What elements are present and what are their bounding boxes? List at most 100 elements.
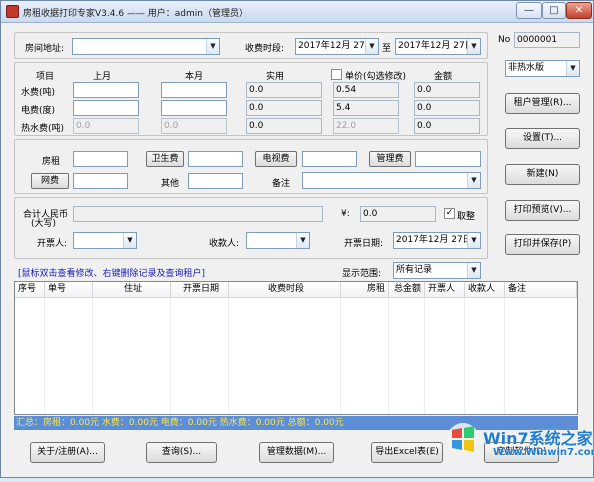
price-edit-checkbox[interactable]	[331, 69, 342, 80]
room-address-select[interactable]: ▼	[72, 38, 220, 55]
hotwater-amount-field: 0.0	[414, 118, 480, 134]
network-fee-button[interactable]: 网费	[31, 173, 69, 189]
chevron-down-icon: ▼	[467, 263, 480, 278]
col-used-header: 实用	[266, 72, 285, 82]
print-preview-button[interactable]: 打印预览(V)...	[505, 200, 580, 221]
rent-input[interactable]	[73, 151, 128, 167]
water-price-field: 0.54	[333, 82, 399, 98]
print-save-button[interactable]: 打印并保存(P)	[505, 234, 580, 255]
column-divider	[170, 298, 171, 414]
sanitation-fee-input[interactable]	[188, 151, 243, 167]
electric-curr-input[interactable]	[161, 100, 227, 116]
electric-amount-field: 0.0	[414, 100, 480, 116]
yen-label: ¥:	[341, 209, 350, 219]
total-rmb-sub-label: (大写)	[31, 219, 57, 229]
col-prev-header: 上月	[93, 72, 112, 82]
sanitation-fee-button[interactable]: 卫生费	[146, 151, 184, 167]
col-header-address[interactable]: 住址	[93, 282, 171, 298]
title-bar: 房租收据打印专家V3.4.6 —— 用户：admin（管理员） — □ ✕	[1, 1, 593, 23]
records-table[interactable]: 序号 单号 住址 开票日期 收费时段 房租 总金额 开票人 收款人 备注	[14, 281, 578, 415]
col-header-period[interactable]: 收费时段	[229, 282, 341, 298]
col-header-receipt-no[interactable]: 单号	[45, 282, 93, 298]
maximize-button[interactable]: □	[542, 2, 566, 19]
minimize-button[interactable]: —	[516, 2, 542, 19]
column-divider	[44, 298, 45, 414]
collector-select[interactable]: ▼	[246, 232, 310, 249]
hotwater-curr-input: 0.0	[161, 118, 227, 134]
network-fee-input[interactable]	[73, 173, 128, 189]
issue-date-picker[interactable]: 2017年12月 27日 ▼	[393, 232, 481, 249]
tv-fee-button[interactable]: 电视费	[255, 151, 297, 167]
period-from-picker[interactable]: 2017年12月 27日 ▼	[295, 38, 379, 55]
heater-version-select[interactable]: 非热水版 ▼	[505, 60, 580, 77]
water-label: 水费(吨)	[21, 88, 56, 98]
electric-prev-input[interactable]	[73, 100, 139, 116]
col-header-issue-date[interactable]: 开票日期	[171, 282, 229, 298]
hotwater-price-field: 22.0	[333, 118, 399, 134]
main-window: 房租收据打印专家V3.4.6 —— 用户：admin（管理员） — □ ✕ 房间…	[0, 0, 594, 478]
serial-number-field: 0000001	[514, 32, 580, 48]
total-rmb-words-field	[73, 206, 323, 222]
water-curr-input[interactable]	[161, 82, 227, 98]
period-to-label: 至	[382, 44, 392, 54]
tenant-manage-button[interactable]: 租户管理(R)...	[505, 93, 580, 114]
column-divider	[340, 298, 341, 414]
chevron-down-icon: ▼	[467, 233, 480, 248]
column-divider	[388, 298, 389, 414]
management-fee-input[interactable]	[415, 151, 481, 167]
app-icon	[6, 5, 19, 18]
col-amount-header: 金额	[434, 72, 453, 82]
settings-button[interactable]: 设置(T)...	[505, 128, 580, 149]
remark-select[interactable]: ▼	[302, 172, 481, 189]
export-excel-button[interactable]: 导出Excel表(E)	[371, 442, 443, 463]
room-address-label: 房间地址:	[25, 44, 65, 54]
hotwater-used-field: 0.0	[246, 118, 322, 134]
col-header-rent[interactable]: 房租	[341, 282, 389, 298]
issuer-select[interactable]: ▼	[73, 232, 137, 249]
col-header-total[interactable]: 总金额	[389, 282, 425, 298]
watermark: Win7系统之家 Www.Winwin7.com	[441, 413, 594, 479]
management-fee-button[interactable]: 管理费	[369, 151, 411, 167]
col-header-issuer[interactable]: 开票人	[425, 282, 465, 298]
column-divider	[464, 298, 465, 414]
display-range-select[interactable]: 所有记录 ▼	[393, 262, 481, 279]
watermark-brand: Win7系统之家	[483, 429, 593, 448]
water-amount-field: 0.0	[414, 82, 480, 98]
chevron-down-icon: ▼	[206, 39, 219, 54]
rent-label: 房租	[42, 157, 61, 167]
issuer-label: 开票人:	[37, 239, 68, 249]
electric-label: 电费(度)	[21, 106, 56, 116]
about-register-button[interactable]: 关于/注册(A)...	[30, 442, 105, 463]
issue-date-label: 开票日期:	[344, 239, 384, 249]
water-prev-input[interactable]	[73, 82, 139, 98]
chevron-down-icon: ▼	[123, 233, 136, 248]
serial-label: No	[498, 35, 511, 45]
chevron-down-icon: ▼	[566, 61, 579, 76]
other-fee-input[interactable]	[188, 173, 243, 189]
query-button[interactable]: 查询(S)...	[146, 442, 217, 463]
col-header-collector[interactable]: 收款人	[465, 282, 505, 298]
electric-used-field: 0.0	[246, 100, 322, 116]
column-divider	[424, 298, 425, 414]
new-button[interactable]: 新建(N)	[505, 164, 580, 185]
hotwater-prev-input: 0.0	[73, 118, 139, 134]
close-button[interactable]: ✕	[566, 2, 592, 19]
round-label: 取整	[457, 212, 476, 222]
col-price-header: 单价(勾选修改)	[345, 72, 407, 82]
period-to-picker[interactable]: 2017年12月 27日 ▼	[395, 38, 481, 55]
tv-fee-input[interactable]	[302, 151, 357, 167]
chevron-down-icon: ▼	[467, 39, 480, 54]
column-divider	[504, 298, 505, 414]
column-divider	[228, 298, 229, 414]
manage-data-button[interactable]: 管理数据(M)...	[259, 442, 334, 463]
window-title: 房租收据打印专家V3.4.6 —— 用户：admin（管理员）	[23, 9, 248, 19]
hotwater-label: 热水费(吨)	[21, 124, 65, 134]
col-header-seq[interactable]: 序号	[15, 282, 45, 298]
column-divider	[92, 298, 93, 414]
other-label: 其他	[161, 179, 180, 189]
collector-label: 收款人:	[209, 239, 240, 249]
chevron-down-icon: ▼	[365, 39, 378, 54]
round-checkbox[interactable]: ✓	[444, 208, 455, 219]
watermark-url: Www.Winwin7.com	[493, 447, 594, 458]
col-header-remark[interactable]: 备注	[505, 282, 577, 298]
